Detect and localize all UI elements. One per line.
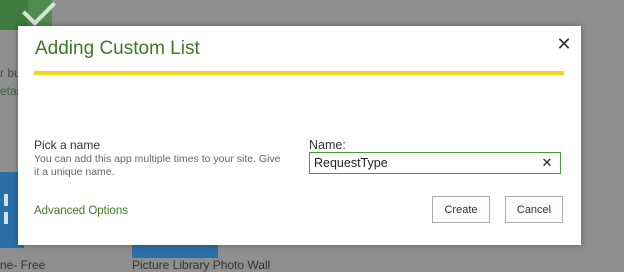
cancel-button[interactable]: Cancel (505, 196, 563, 223)
name-field-label: Name: (309, 138, 346, 152)
name-input[interactable] (314, 155, 534, 171)
background-app-caption-picture-library: Picture Library Photo Wall (132, 258, 271, 272)
dialog-title: Adding Custom List (35, 38, 200, 59)
advanced-options-link[interactable]: Advanced Options (34, 205, 128, 217)
clear-name-button[interactable]: ✕ (540, 155, 554, 171)
progress-bar-fill (34, 71, 564, 75)
close-icon: ✕ (556, 34, 572, 54)
background-app-caption: ne- Free (0, 258, 46, 272)
tile-glyph-bar (4, 194, 8, 206)
create-button[interactable]: Create (432, 196, 490, 223)
pick-name-description: You can add this app multiple times to y… (34, 153, 281, 178)
close-button[interactable]: ✕ (554, 34, 574, 54)
name-field[interactable]: ✕ (309, 152, 561, 174)
pick-name-heading: Pick a name (34, 138, 101, 152)
tile-glyph-bar (4, 212, 8, 224)
clear-icon: ✕ (541, 155, 553, 170)
adding-custom-list-dialog: Adding Custom List ✕ Pick a name You can… (18, 26, 581, 245)
progress-bar (34, 71, 564, 75)
